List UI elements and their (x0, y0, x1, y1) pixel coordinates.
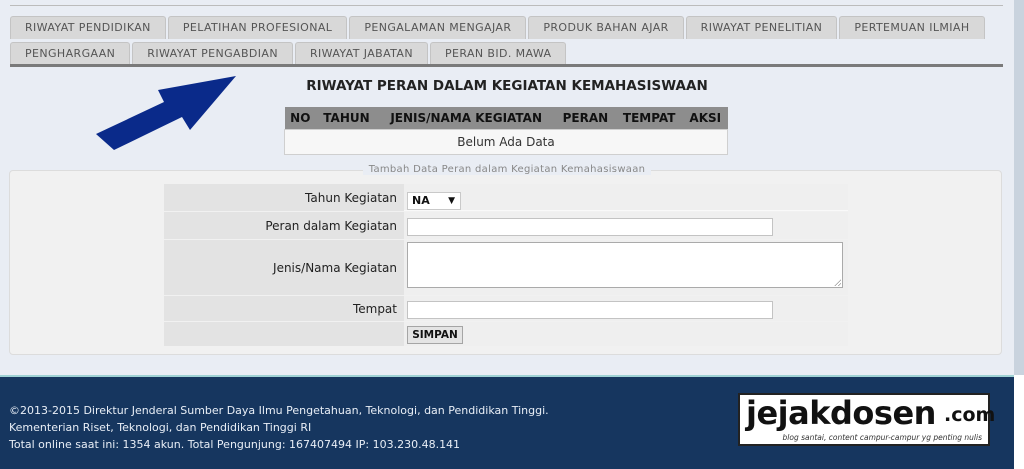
submit-cell: SIMPAN (404, 322, 848, 346)
tahun-label: Tahun Kegiatan (164, 184, 404, 211)
peran-label: Peran dalam Kegiatan (164, 212, 404, 239)
tab-penghargaan[interactable]: PENGHARGAAN (10, 42, 131, 65)
form-row-peran: Peran dalam Kegiatan (164, 212, 848, 239)
form-row-submit: SIMPAN (164, 322, 848, 346)
table-header-row: NO TAHUN JENIS/NAMA KEGIATAN PERAN TEMPA… (284, 107, 728, 129)
tempat-cell (404, 296, 848, 321)
tahun-select-value: NA (412, 194, 430, 207)
footer-text: ©2013-2015 Direktur Jenderal Sumber Daya… (9, 402, 549, 453)
footer-rail (1014, 375, 1024, 469)
tab-riwayat-penelitian[interactable]: RIWAYAT PENELITIAN (685, 16, 838, 39)
column-header: TEMPAT (615, 107, 684, 129)
footer-ministry: Kementerian Riset, Teknologi, dan Pendid… (9, 421, 312, 434)
jenis-textarea[interactable] (407, 242, 843, 288)
form-row-jenis: Jenis/Nama Kegiatan (164, 240, 848, 295)
tab-row-2: PENGHARGAAN RIWAYAT PENGABDIAN RIWAYAT J… (10, 42, 568, 65)
footer-stats: Total online saat ini: 1354 akun. Total … (9, 438, 461, 451)
jenis-cell (404, 240, 848, 295)
tabs-underline (10, 64, 1003, 67)
tab-pertemuan-ilmiah[interactable]: PERTEMUAN ILMIAH (839, 16, 985, 39)
footer-copyright: ©2013-2015 Direktur Jenderal Sumber Daya… (9, 404, 549, 417)
scrollbar-rail[interactable] (1014, 0, 1024, 375)
column-header: JENIS/NAMA KEGIATAN (376, 107, 556, 129)
column-header: PERAN (555, 107, 616, 129)
logo-wordmark: jejakdosen (746, 394, 936, 432)
tab-pelatihan-profesional[interactable]: PELATIHAN PROFESIONAL (167, 16, 348, 39)
logo-domain: .com (944, 404, 996, 426)
tempat-input[interactable] (407, 301, 773, 319)
data-table: NO TAHUN JENIS/NAMA KEGIATAN PERAN TEMPA… (284, 107, 728, 155)
jenis-label: Jenis/Nama Kegiatan (164, 240, 404, 295)
resize-grip-icon[interactable] (834, 279, 841, 286)
tab-row-1: RIWAYAT PENDIDIKAN PELATIHAN PROFESIONAL… (10, 16, 987, 39)
submit-label-cell (164, 322, 404, 346)
top-divider (10, 5, 1003, 6)
column-header: NO (284, 107, 317, 129)
tab-riwayat-pendidikan[interactable]: RIWAYAT PENDIDIKAN (10, 16, 166, 39)
empty-message: Belum Ada Data (284, 128, 728, 155)
tab-pengalaman-mengajar[interactable]: PENGALAMAN MENGAJAR (349, 16, 527, 39)
watermark-logo: jejakdosen .com blog santai, content cam… (738, 393, 995, 446)
tahun-cell: NA ▼ (404, 184, 848, 211)
simpan-button[interactable]: SIMPAN (407, 326, 463, 344)
tab-peran-bid-mawa[interactable]: PERAN BID. MAWA (429, 42, 567, 65)
tahun-select[interactable]: NA ▼ (407, 192, 461, 210)
form-row-tahun: Tahun Kegiatan NA ▼ (164, 184, 848, 211)
form-legend-text: Tambah Data Peran dalam Kegiatan Kemahas… (362, 164, 652, 175)
tab-produk-bahan-ajar[interactable]: PRODUK BAHAN AJAR (528, 16, 684, 39)
peran-cell (404, 212, 848, 239)
table-row: Belum Ada Data (284, 128, 728, 155)
caret-down-icon: ▼ (448, 196, 455, 206)
tab-riwayat-pengabdian[interactable]: RIWAYAT PENGABDIAN (132, 42, 293, 65)
column-header: AKSI (683, 107, 728, 129)
page-title: RIWAYAT PERAN DALAM KEGIATAN KEMAHASISWA… (306, 78, 708, 94)
logo-tagline: blog santai, content campur-campur yg pe… (782, 433, 982, 442)
form-legend: Tambah Data Peran dalam Kegiatan Kemahas… (0, 164, 1014, 175)
column-header: TAHUN (316, 107, 377, 129)
tab-riwayat-jabatan[interactable]: RIWAYAT JABATAN (294, 42, 428, 65)
peran-input[interactable] (407, 218, 773, 236)
form-row-tempat: Tempat (164, 296, 848, 321)
tempat-label: Tempat (164, 296, 404, 321)
